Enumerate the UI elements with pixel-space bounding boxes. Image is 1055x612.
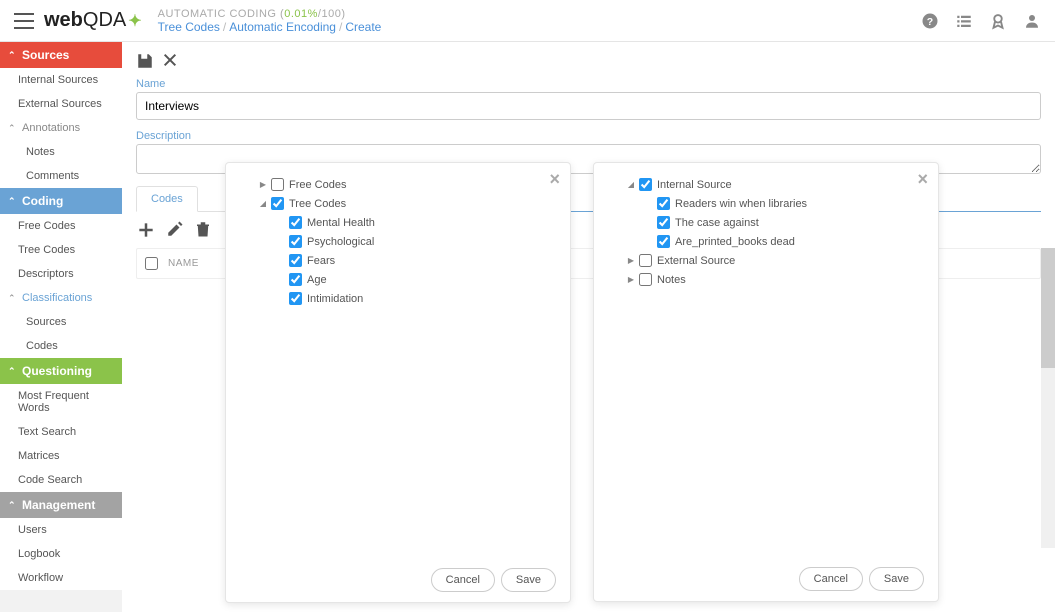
checkbox-age[interactable] bbox=[289, 273, 302, 286]
expand-icon[interactable]: ▶ bbox=[626, 256, 636, 265]
tree-label: Are_printed_books dead bbox=[675, 236, 795, 248]
sources-modal: × ◢ Internal Source Readers win when libr… bbox=[593, 162, 939, 602]
help-icon[interactable]: ? bbox=[921, 12, 939, 30]
checkbox-fears[interactable] bbox=[289, 254, 302, 267]
sidebar-item-tree-codes[interactable]: Tree Codes bbox=[0, 238, 122, 262]
sidebar-item-classifications[interactable]: ⌃Classifications bbox=[0, 286, 122, 310]
cancel-button[interactable]: Cancel bbox=[799, 567, 863, 591]
sidebar-item-internal-sources[interactable]: Internal Sources bbox=[0, 68, 122, 92]
close-icon[interactable]: × bbox=[549, 169, 560, 190]
sidebar-section-management[interactable]: ⌃Management bbox=[0, 492, 122, 518]
crumb-automatic-encoding[interactable]: Automatic Encoding bbox=[229, 20, 336, 34]
tab-codes[interactable]: Codes bbox=[136, 186, 198, 212]
tree-label: Free Codes bbox=[289, 179, 346, 191]
checkbox-notes[interactable] bbox=[639, 273, 652, 286]
sidebar-item-notes[interactable]: Notes bbox=[0, 140, 122, 164]
tree-label: Fears bbox=[307, 255, 335, 267]
sidebar-section-sources[interactable]: ⌃Sources bbox=[0, 42, 122, 68]
page-title: AUTOMATIC CODING (0.01%/100) bbox=[158, 8, 921, 20]
tree-label: Intimidation bbox=[307, 293, 363, 305]
sidebar-item-text-search[interactable]: Text Search bbox=[0, 420, 122, 444]
checkbox-psychological[interactable] bbox=[289, 235, 302, 248]
add-icon[interactable] bbox=[136, 220, 156, 240]
close-icon[interactable]: × bbox=[917, 169, 928, 190]
name-label: Name bbox=[136, 78, 1041, 90]
hamburger-menu[interactable] bbox=[14, 13, 34, 29]
description-label: Description bbox=[136, 130, 1041, 142]
sidebar: ⌃Sources Internal Sources External Sourc… bbox=[0, 42, 122, 549]
sidebar-item-classifications-codes[interactable]: Codes bbox=[0, 334, 122, 358]
checkbox-printed-books[interactable] bbox=[657, 235, 670, 248]
expand-icon[interactable]: ▶ bbox=[626, 275, 636, 284]
sidebar-item-mfw[interactable]: Most Frequent Words bbox=[0, 384, 122, 420]
sidebar-item-annotations[interactable]: ⌃Annotations bbox=[0, 116, 122, 140]
tree-label: Mental Health bbox=[307, 217, 375, 229]
list-icon[interactable] bbox=[955, 12, 973, 30]
tree-label: Psychological bbox=[307, 236, 374, 248]
delete-icon[interactable] bbox=[194, 220, 212, 240]
save-button[interactable]: Save bbox=[869, 567, 924, 591]
name-input[interactable] bbox=[136, 92, 1041, 120]
tree-label: Readers win when libraries bbox=[675, 198, 807, 210]
sidebar-item-code-search[interactable]: Code Search bbox=[0, 468, 122, 492]
tree-label: External Source bbox=[657, 255, 735, 267]
checkbox-case-against[interactable] bbox=[657, 216, 670, 229]
cancel-button[interactable]: Cancel bbox=[431, 568, 495, 592]
tree-label: Notes bbox=[657, 274, 686, 286]
tree-label: The case against bbox=[675, 217, 759, 229]
close-icon[interactable] bbox=[162, 52, 178, 70]
sidebar-section-questioning[interactable]: ⌃Questioning bbox=[0, 358, 122, 384]
edit-icon[interactable] bbox=[166, 220, 184, 240]
sidebar-item-classifications-sources[interactable]: Sources bbox=[0, 310, 122, 334]
sidebar-item-external-sources[interactable]: External Sources bbox=[0, 92, 122, 116]
collapse-icon[interactable]: ◢ bbox=[626, 180, 636, 189]
sidebar-item-users[interactable]: Users bbox=[0, 518, 122, 542]
codes-modal: × ▶Free Codes ◢Tree Codes Mental Health … bbox=[225, 162, 571, 603]
sidebar-section-coding[interactable]: ⌃Coding bbox=[0, 188, 122, 214]
checkbox-mental-health[interactable] bbox=[289, 216, 302, 229]
sidebar-item-workflow[interactable]: Workflow bbox=[0, 566, 122, 590]
user-icon[interactable] bbox=[1023, 12, 1041, 30]
save-button[interactable]: Save bbox=[501, 568, 556, 592]
tree-label: Age bbox=[307, 274, 327, 286]
sidebar-item-comments[interactable]: Comments bbox=[0, 164, 122, 188]
sidebar-item-matrices[interactable]: Matrices bbox=[0, 444, 122, 468]
expand-icon[interactable]: ▶ bbox=[258, 180, 268, 189]
checkbox-free-codes[interactable] bbox=[271, 178, 284, 191]
sidebar-item-descriptors[interactable]: Descriptors bbox=[0, 262, 122, 286]
tree-label: Internal Source bbox=[657, 179, 732, 191]
award-icon[interactable] bbox=[989, 12, 1007, 30]
logo: webQDA✦ bbox=[44, 9, 142, 32]
checkbox-internal-source[interactable] bbox=[639, 178, 652, 191]
checkbox-external-source[interactable] bbox=[639, 254, 652, 267]
scrollbar[interactable] bbox=[1041, 248, 1055, 548]
select-all-checkbox[interactable] bbox=[145, 257, 158, 270]
crumb-tree-codes[interactable]: Tree Codes bbox=[158, 20, 220, 34]
svg-text:?: ? bbox=[927, 15, 933, 27]
collapse-icon[interactable]: ◢ bbox=[258, 199, 268, 208]
checkbox-readers-win[interactable] bbox=[657, 197, 670, 210]
checkbox-tree-codes[interactable] bbox=[271, 197, 284, 210]
tree-label: Tree Codes bbox=[289, 198, 346, 210]
sidebar-item-logbook[interactable]: Logbook bbox=[0, 542, 122, 566]
checkbox-intimidation[interactable] bbox=[289, 292, 302, 305]
breadcrumb: Tree Codes/Automatic Encoding/Create bbox=[158, 20, 921, 34]
crumb-create[interactable]: Create bbox=[345, 20, 381, 34]
save-icon[interactable] bbox=[136, 52, 154, 70]
sidebar-item-free-codes[interactable]: Free Codes bbox=[0, 214, 122, 238]
column-name: NAME bbox=[168, 258, 199, 269]
